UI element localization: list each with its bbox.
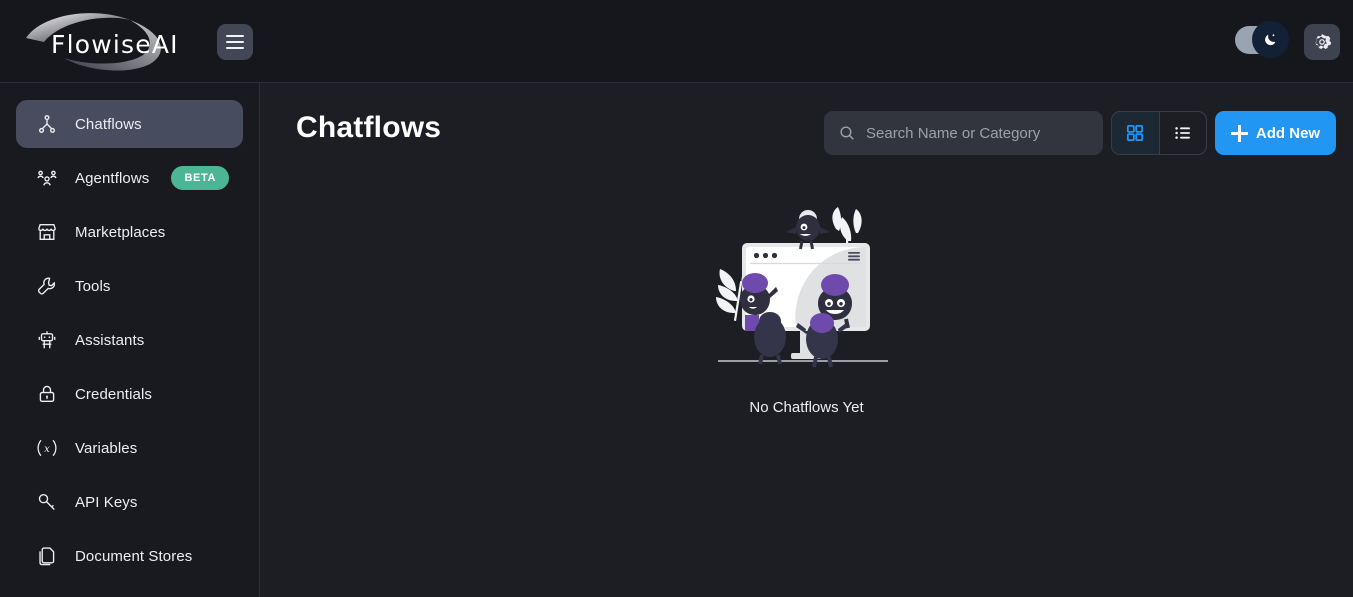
- beta-badge: BETA: [171, 166, 229, 190]
- menu-bar: [226, 47, 244, 49]
- list-view-icon: [1175, 127, 1190, 139]
- logo-text: FlowiseAI: [51, 30, 179, 59]
- search-icon: [838, 124, 856, 142]
- agentflow-icon: [35, 166, 59, 190]
- sidebar-item-credentials[interactable]: Credentials: [16, 370, 243, 418]
- menu-icon[interactable]: [217, 24, 253, 60]
- menu-bar: [226, 35, 244, 37]
- sidebar-item-tools[interactable]: Tools: [16, 262, 243, 310]
- plus-icon: [1230, 124, 1248, 142]
- add-new-button[interactable]: Add New: [1215, 111, 1336, 155]
- window-dot: [771, 252, 777, 259]
- chatflow-icon: [35, 112, 59, 136]
- view-toggle-group: [1111, 111, 1207, 155]
- sidebar-item-api-keys[interactable]: API Keys: [16, 478, 243, 526]
- app-header: FlowiseAI: [0, 0, 1353, 83]
- page-title: Chatflows: [296, 111, 442, 144]
- grid-view-icon: [1127, 124, 1144, 142]
- robot-icon: [35, 328, 59, 352]
- sidebar-item-label: Credentials: [75, 385, 152, 403]
- sidebar-item-label: Document Stores: [75, 547, 193, 565]
- add-new-label: Add New: [1255, 124, 1321, 142]
- sidebar-item-label: Marketplaces: [75, 223, 166, 241]
- grid-view-button[interactable]: [1112, 112, 1159, 154]
- lock-icon: [35, 382, 59, 406]
- moon-icon: [1265, 33, 1276, 46]
- page-toolbar: Chatflows Search Name or Category Add Ne…: [260, 83, 1353, 179]
- dark-mode-toggle[interactable]: [1235, 21, 1289, 58]
- empty-state-caption: No Chatflows Yet: [749, 399, 864, 416]
- sidebar-item-label: Variables: [75, 439, 138, 457]
- sidebar-item-label: API Keys: [75, 493, 138, 511]
- menu-bar: [226, 41, 244, 43]
- list-view-button[interactable]: [1158, 112, 1206, 154]
- app-logo[interactable]: FlowiseAI: [20, 8, 188, 74]
- key-icon: [35, 490, 59, 514]
- wrench-icon: [35, 274, 59, 298]
- main-content: Chatflows Search Name or Category Add Ne…: [260, 83, 1353, 597]
- search-box[interactable]: [824, 111, 1103, 155]
- screen-menu-icon: [847, 252, 860, 261]
- marketplace-icon: [35, 220, 59, 244]
- sidebar-item-chatflows[interactable]: Chatflows: [16, 100, 243, 148]
- sidebar-item-marketplaces[interactable]: Marketplaces: [16, 208, 243, 256]
- svg-text:x: x: [44, 444, 50, 455]
- empty-monitor-illustration: [715, 207, 888, 368]
- sidebar: Chatflows Agentflows BETA Marketplaces T…: [0, 83, 260, 597]
- search-input[interactable]: [866, 124, 1103, 142]
- gear-icon: [1315, 34, 1332, 49]
- variable-icon: x: [35, 436, 59, 460]
- documents-icon: [35, 544, 59, 568]
- sidebar-item-variables[interactable]: x Variables: [16, 424, 243, 472]
- window-dot: [762, 252, 768, 259]
- sidebar-item-label: Chatflows: [75, 115, 142, 133]
- settings-button[interactable]: [1304, 24, 1340, 60]
- toggle-knob: [1252, 21, 1289, 58]
- sidebar-item-assistants[interactable]: Assistants: [16, 316, 243, 364]
- sidebar-item-agentflows[interactable]: Agentflows BETA: [16, 154, 243, 202]
- window-dot: [753, 252, 759, 259]
- empty-state: No Chatflows Yet: [260, 203, 1353, 416]
- sidebar-item-label: Agentflows: [75, 169, 150, 187]
- sidebar-item-document-stores[interactable]: Document Stores: [16, 532, 243, 580]
- sidebar-item-label: Assistants: [75, 331, 145, 349]
- sidebar-item-label: Tools: [75, 277, 111, 295]
